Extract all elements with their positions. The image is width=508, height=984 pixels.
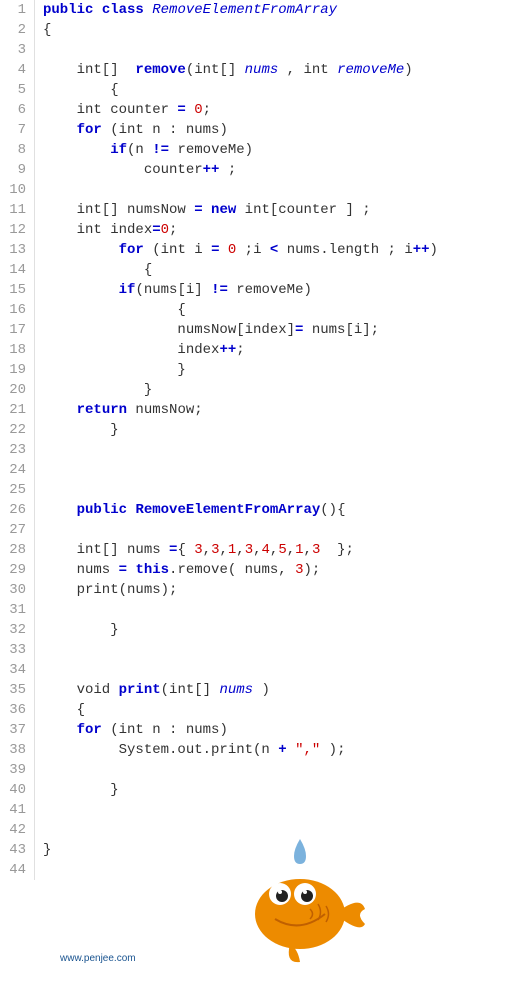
code-line[interactable]: for (int n : nums) xyxy=(43,120,508,140)
line-number: 1 xyxy=(0,0,26,20)
penjee-mascot-icon xyxy=(230,834,370,974)
line-number: 18 xyxy=(0,340,26,360)
code-line[interactable]: print(nums); xyxy=(43,580,508,600)
footer-link[interactable]: www.penjee.com xyxy=(60,953,136,964)
code-line[interactable]: for (int n : nums) xyxy=(43,720,508,740)
code-line[interactable] xyxy=(43,600,508,620)
line-number: 39 xyxy=(0,760,26,780)
code-line[interactable]: int[] nums ={ 3,3,1,3,4,5,1,3 }; xyxy=(43,540,508,560)
line-number: 37 xyxy=(0,720,26,740)
line-number: 9 xyxy=(0,160,26,180)
code-line[interactable]: int[] numsNow = new int[counter ] ; xyxy=(43,200,508,220)
line-number: 44 xyxy=(0,860,26,880)
line-number: 34 xyxy=(0,660,26,680)
line-number: 35 xyxy=(0,680,26,700)
code-area[interactable]: public class RemoveElementFromArray{ int… xyxy=(35,0,508,880)
line-number: 10 xyxy=(0,180,26,200)
code-line[interactable]: { xyxy=(43,20,508,40)
line-number: 43 xyxy=(0,840,26,860)
line-number: 30 xyxy=(0,580,26,600)
code-line[interactable]: return numsNow; xyxy=(43,400,508,420)
code-line[interactable]: int[] remove(int[] nums , int removeMe) xyxy=(43,60,508,80)
line-number: 31 xyxy=(0,600,26,620)
line-number: 41 xyxy=(0,800,26,820)
code-line[interactable] xyxy=(43,520,508,540)
line-number: 24 xyxy=(0,460,26,480)
code-line[interactable]: } xyxy=(43,420,508,440)
code-line[interactable]: if(nums[i] != removeMe) xyxy=(43,280,508,300)
line-number: 32 xyxy=(0,620,26,640)
line-number: 6 xyxy=(0,100,26,120)
code-line[interactable] xyxy=(43,760,508,780)
line-number: 19 xyxy=(0,360,26,380)
line-number: 28 xyxy=(0,540,26,560)
line-number: 20 xyxy=(0,380,26,400)
line-number: 14 xyxy=(0,260,26,280)
code-line[interactable]: public class RemoveElementFromArray xyxy=(43,0,508,20)
code-line[interactable]: numsNow[index]= nums[i]; xyxy=(43,320,508,340)
code-line[interactable]: { xyxy=(43,80,508,100)
code-line[interactable]: { xyxy=(43,300,508,320)
line-number-gutter: 1234567891011121314151617181920212223242… xyxy=(0,0,35,880)
code-line[interactable]: { xyxy=(43,700,508,720)
line-number: 21 xyxy=(0,400,26,420)
code-editor: 1234567891011121314151617181920212223242… xyxy=(0,0,508,880)
line-number: 26 xyxy=(0,500,26,520)
code-line[interactable] xyxy=(43,460,508,480)
line-number: 27 xyxy=(0,520,26,540)
code-line[interactable]: if(n != removeMe) xyxy=(43,140,508,160)
code-line[interactable]: } xyxy=(43,380,508,400)
line-number: 38 xyxy=(0,740,26,760)
line-number: 3 xyxy=(0,40,26,60)
code-line[interactable]: System.out.print(n + "," ); xyxy=(43,740,508,760)
line-number: 40 xyxy=(0,780,26,800)
line-number: 2 xyxy=(0,20,26,40)
code-line[interactable]: for (int i = 0 ;i < nums.length ; i++) xyxy=(43,240,508,260)
line-number: 22 xyxy=(0,420,26,440)
line-number: 12 xyxy=(0,220,26,240)
line-number: 15 xyxy=(0,280,26,300)
line-number: 11 xyxy=(0,200,26,220)
code-line[interactable]: void print(int[] nums ) xyxy=(43,680,508,700)
line-number: 13 xyxy=(0,240,26,260)
line-number: 4 xyxy=(0,60,26,80)
code-line[interactable]: index++; xyxy=(43,340,508,360)
line-number: 7 xyxy=(0,120,26,140)
code-line[interactable] xyxy=(43,640,508,660)
code-line[interactable]: nums = this.remove( nums, 3); xyxy=(43,560,508,580)
code-line[interactable]: int index=0; xyxy=(43,220,508,240)
code-line[interactable]: } xyxy=(43,360,508,380)
code-line[interactable]: int counter = 0; xyxy=(43,100,508,120)
code-line[interactable] xyxy=(43,800,508,820)
line-number: 16 xyxy=(0,300,26,320)
line-number: 33 xyxy=(0,640,26,660)
code-line[interactable] xyxy=(43,40,508,60)
line-number: 8 xyxy=(0,140,26,160)
line-number: 42 xyxy=(0,820,26,840)
line-number: 25 xyxy=(0,480,26,500)
code-line[interactable] xyxy=(43,660,508,680)
line-number: 5 xyxy=(0,80,26,100)
code-line[interactable]: { xyxy=(43,260,508,280)
code-line[interactable] xyxy=(43,440,508,460)
line-number: 17 xyxy=(0,320,26,340)
line-number: 23 xyxy=(0,440,26,460)
line-number: 36 xyxy=(0,700,26,720)
code-line[interactable] xyxy=(43,180,508,200)
code-line[interactable] xyxy=(43,480,508,500)
code-line[interactable]: } xyxy=(43,620,508,640)
code-line[interactable]: counter++ ; xyxy=(43,160,508,180)
code-line[interactable]: public RemoveElementFromArray(){ xyxy=(43,500,508,520)
code-line[interactable]: } xyxy=(43,780,508,800)
line-number: 29 xyxy=(0,560,26,580)
